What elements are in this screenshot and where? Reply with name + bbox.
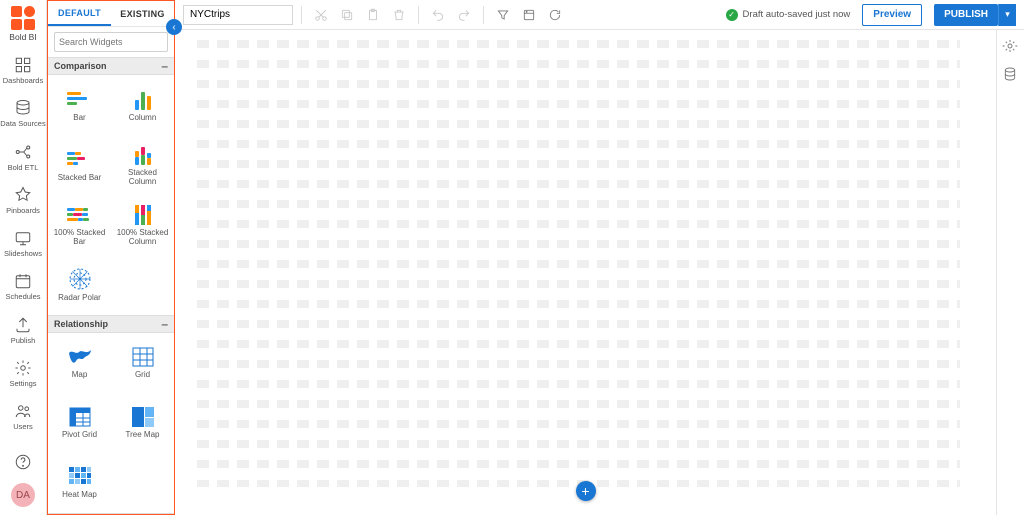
tab-default[interactable]: DEFAULT	[48, 1, 111, 26]
group-header-relationship[interactable]: Relationship –	[48, 315, 174, 333]
database-icon	[1002, 66, 1018, 82]
widget-100-stacked-bar[interactable]: 100% Stacked Bar	[48, 195, 111, 255]
pin-icon	[14, 186, 32, 204]
dashboard-title-input[interactable]	[183, 5, 293, 25]
left-nav: Bold BI Dashboards Data Sources Bold ETL…	[0, 0, 47, 515]
redo-icon	[457, 8, 471, 22]
map-icon	[67, 347, 93, 367]
dashboards-icon	[14, 56, 32, 74]
collapse-icon: –	[161, 59, 168, 73]
brand-name: Bold BI	[9, 32, 36, 42]
nav-data-sources[interactable]: Data Sources	[0, 93, 46, 136]
refresh-button[interactable]	[544, 4, 566, 26]
trash-icon	[392, 8, 406, 22]
publish-icon	[14, 316, 32, 334]
copy-icon	[340, 8, 354, 22]
treemap-icon	[132, 407, 154, 427]
nav-slideshows[interactable]: Slideshows	[0, 223, 46, 266]
topbar: Draft auto-saved just now Preview PUBLIS…	[175, 0, 1024, 30]
calendar-icon	[14, 272, 32, 290]
collapse-icon: –	[161, 317, 168, 331]
redo-button[interactable]	[453, 4, 475, 26]
nav-pinboards[interactable]: Pinboards	[0, 180, 46, 223]
nav-bold-etl[interactable]: Bold ETL	[0, 137, 46, 180]
widget-map[interactable]: Map	[48, 333, 111, 393]
refresh-icon	[548, 8, 562, 22]
widget-stacked-bar[interactable]: Stacked Bar	[48, 135, 111, 195]
canvas-grid	[189, 40, 960, 487]
widget-column[interactable]: Column	[111, 75, 174, 135]
panel-tabs: DEFAULT EXISTING	[48, 1, 174, 27]
widget-grid[interactable]: Grid	[111, 333, 174, 393]
undo-button[interactable]	[427, 4, 449, 26]
panel-scroll[interactable]: Comparison – Bar	[48, 57, 174, 514]
group-header-comparison[interactable]: Comparison –	[48, 57, 174, 75]
filter-icon	[496, 8, 510, 22]
help-icon	[14, 453, 32, 471]
database-icon	[14, 99, 32, 117]
gear-icon	[14, 359, 32, 377]
widget-pivot-grid[interactable]: Pivot Grid	[48, 393, 111, 453]
copy-button[interactable]	[336, 4, 358, 26]
theme-button[interactable]	[518, 4, 540, 26]
widget-radar-polar[interactable]: Radar Polar	[48, 255, 111, 315]
theme-icon	[522, 8, 536, 22]
panel-collapse-button[interactable]: ‹	[166, 19, 182, 35]
widget-search-input[interactable]	[59, 37, 176, 47]
grid-icon	[132, 347, 154, 367]
add-widget-fab[interactable]: +	[576, 481, 596, 501]
cut-icon	[314, 8, 328, 22]
etl-icon	[14, 143, 32, 161]
nav-publish[interactable]: Publish	[0, 310, 46, 353]
paste-button[interactable]	[362, 4, 384, 26]
tab-existing[interactable]: EXISTING	[111, 1, 174, 26]
widget-tree-map[interactable]: Tree Map	[111, 393, 174, 453]
nav-dashboards[interactable]: Dashboards	[0, 50, 46, 93]
preview-button[interactable]: Preview	[862, 4, 922, 26]
slideshow-icon	[14, 229, 32, 247]
save-status: Draft auto-saved just now	[726, 9, 851, 21]
right-rail	[996, 30, 1024, 515]
user-avatar[interactable]: DA	[11, 483, 35, 507]
filter-button[interactable]	[492, 4, 514, 26]
nav-users[interactable]: Users	[0, 396, 46, 439]
nav-help[interactable]	[0, 449, 46, 475]
widget-stacked-column[interactable]: Stacked Column	[111, 135, 174, 195]
brand-logo[interactable]	[11, 6, 35, 30]
publish-dropdown[interactable]: ▾	[998, 4, 1016, 26]
widget-heat-map[interactable]: Heat Map	[48, 453, 111, 513]
properties-button[interactable]	[1002, 38, 1020, 56]
main-area: Draft auto-saved just now Preview PUBLIS…	[175, 0, 1024, 515]
undo-icon	[431, 8, 445, 22]
widget-search[interactable]	[54, 32, 168, 52]
data-button[interactable]	[1002, 66, 1020, 84]
nav-settings[interactable]: Settings	[0, 353, 46, 396]
cut-button[interactable]	[310, 4, 332, 26]
delete-button[interactable]	[388, 4, 410, 26]
radar-icon	[68, 267, 92, 291]
widget-100-stacked-column[interactable]: 100% Stacked Column	[111, 195, 174, 255]
paste-icon	[366, 8, 380, 22]
widget-panel: DEFAULT EXISTING ‹ Comparison –	[47, 0, 175, 515]
widget-bar[interactable]: Bar	[48, 75, 111, 135]
nav-schedules[interactable]: Schedules	[0, 266, 46, 309]
design-canvas[interactable]: +	[175, 30, 996, 515]
gear-icon	[1002, 38, 1018, 54]
users-icon	[14, 402, 32, 420]
publish-button[interactable]: PUBLISH	[934, 4, 998, 26]
check-icon	[726, 9, 738, 21]
group-header-card[interactable]: Card –	[48, 513, 174, 514]
heatmap-icon	[69, 467, 91, 487]
pivot-icon	[69, 407, 91, 427]
